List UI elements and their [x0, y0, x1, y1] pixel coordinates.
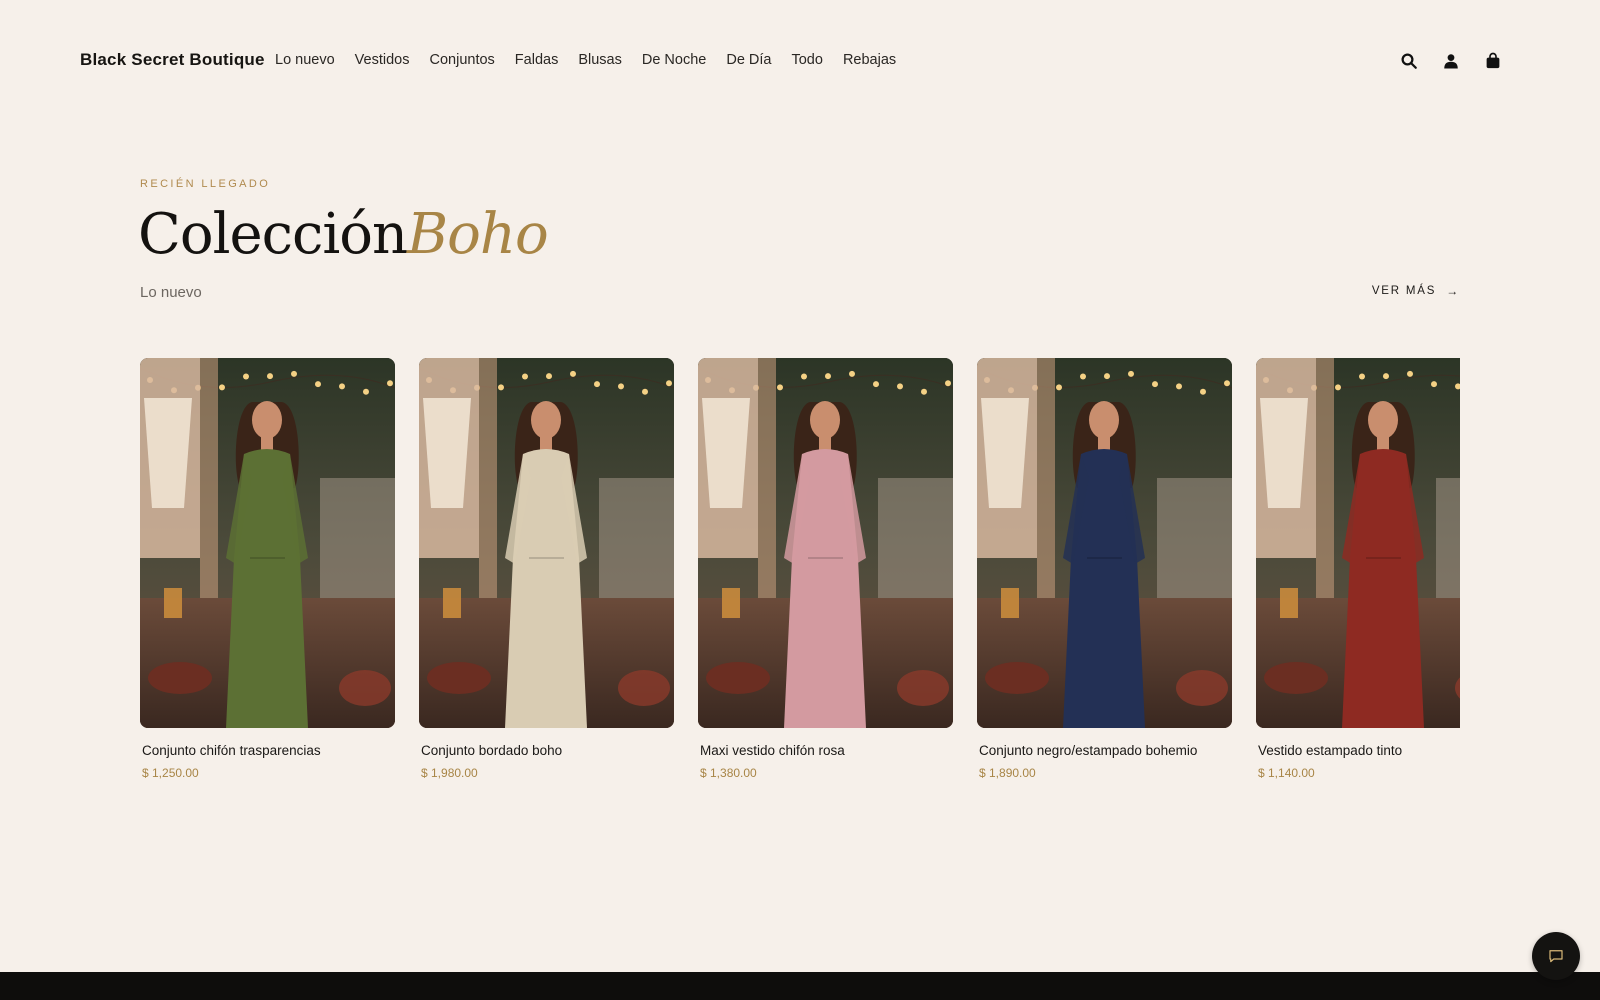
product-price: $ 1,980.00	[421, 766, 478, 780]
chat-button[interactable]	[1532, 932, 1580, 980]
product-card[interactable]: Conjunto chifón trasparencias $ 1,250.00	[140, 358, 395, 780]
nav-item-faldas[interactable]: Faldas	[515, 52, 559, 68]
main-nav: Lo nuevo Vestidos Conjuntos Faldas Blusa…	[275, 52, 916, 68]
site-header: Black Secret Boutique Lo nuevo Vestidos …	[0, 0, 1600, 124]
nav-item-rebajas[interactable]: Rebajas	[843, 52, 896, 68]
product-image[interactable]	[1256, 358, 1460, 728]
section-subtitle: Lo nuevo	[140, 284, 202, 301]
nav-item-lo-nuevo[interactable]: Lo nuevo	[275, 52, 335, 68]
arrow-right-icon: →	[1446, 284, 1460, 298]
shopping-bag-icon[interactable]	[1482, 50, 1504, 72]
product-name[interactable]: Vestido estampado tinto	[1258, 743, 1460, 758]
product-image[interactable]	[977, 358, 1232, 728]
ver-mas-label: VER MÁS	[1371, 285, 1437, 297]
product-image[interactable]	[140, 358, 395, 728]
product-price: $ 1,140.00	[1258, 766, 1315, 780]
product-name[interactable]: Conjunto bordado boho	[421, 743, 674, 758]
search-icon[interactable]	[1398, 50, 1420, 72]
product-card[interactable]: Conjunto negro/estampado bohemio $ 1,890…	[977, 358, 1232, 780]
title-main: Colección	[138, 202, 408, 267]
nav-item-de-noche[interactable]: De Noche	[642, 52, 706, 68]
product-image[interactable]	[698, 358, 953, 728]
nav-item-todo[interactable]: Todo	[791, 52, 822, 68]
product-card[interactable]: Maxi vestido chifón rosa $ 1,380.00	[698, 358, 953, 780]
product-image[interactable]	[419, 358, 674, 728]
ver-mas-link[interactable]: VER MÁS →	[1372, 284, 1460, 298]
nav-item-de-dia[interactable]: De Día	[726, 52, 771, 68]
product-name[interactable]: Conjunto negro/estampado bohemio	[979, 743, 1232, 758]
product-card[interactable]: Vestido estampado tinto $ 1,140.00	[1256, 358, 1460, 780]
footer-bar	[0, 972, 1600, 1000]
brand-logo[interactable]: Black Secret Boutique	[80, 50, 265, 70]
product-card[interactable]: Conjunto bordado boho $ 1,980.00	[419, 358, 674, 780]
nav-item-conjuntos[interactable]: Conjuntos	[430, 52, 495, 68]
header-icons	[1378, 50, 1504, 72]
chat-icon	[1549, 950, 1563, 963]
title-accent: Boho	[407, 202, 549, 267]
product-price: $ 1,250.00	[142, 766, 199, 780]
eyebrow-label: RECIÉN LLEGADO	[140, 178, 271, 190]
product-carousel: Conjunto chifón trasparencias $ 1,250.00	[140, 358, 1460, 798]
product-price: $ 1,890.00	[979, 766, 1036, 780]
product-name[interactable]: Conjunto chifón trasparencias	[142, 743, 395, 758]
page-title: ColecciónBoho	[138, 200, 549, 270]
product-price: $ 1,380.00	[700, 766, 757, 780]
user-icon[interactable]	[1440, 50, 1462, 72]
nav-item-vestidos[interactable]: Vestidos	[355, 52, 410, 68]
product-name[interactable]: Maxi vestido chifón rosa	[700, 743, 953, 758]
nav-item-blusas[interactable]: Blusas	[578, 52, 622, 68]
